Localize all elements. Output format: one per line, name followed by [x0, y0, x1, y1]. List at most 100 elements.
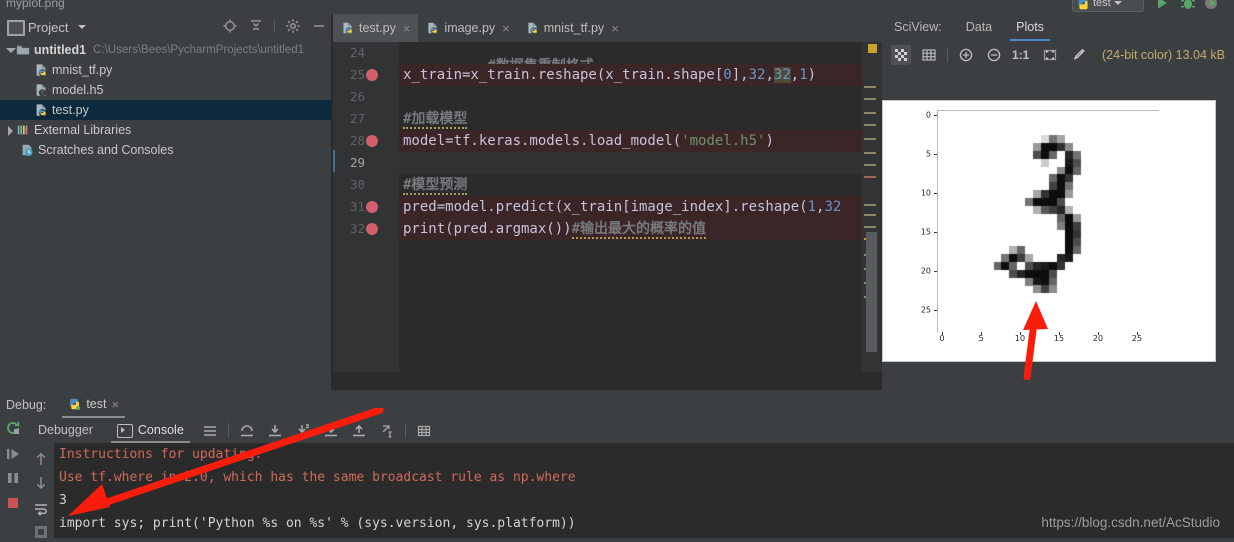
console-line-prediction: 3	[59, 493, 67, 508]
chevron-down-icon[interactable]	[78, 25, 86, 29]
locate-icon[interactable]	[222, 18, 238, 34]
python-file-icon	[1078, 0, 1088, 9]
tab-plots[interactable]: Plots	[1004, 14, 1056, 41]
settings-table-icon[interactable]	[415, 422, 433, 440]
breakpoint-icon[interactable]	[366, 69, 378, 81]
editor-tab-mnist-tf-py[interactable]: mnist_tf.py ×	[518, 14, 627, 42]
tab-data[interactable]: Data	[954, 14, 1004, 41]
main-toolbar: myplot.png test	[0, 0, 1234, 14]
tree-row-scratches[interactable]: Scratches and Consoles	[0, 140, 333, 160]
scroll-to-end-icon[interactable]	[34, 525, 50, 541]
sciview-toolbar: 1:1 (24-bit color) 13.04 kB	[882, 41, 1234, 69]
editor-tab-image-py[interactable]: image.py ×	[418, 14, 517, 42]
collapse-all-icon[interactable]	[248, 18, 264, 34]
rerun-icon[interactable]	[5, 420, 21, 436]
debug-tool-window: Debug: test × Debugger Console Instructi…	[0, 392, 1234, 538]
code-line-24[interactable]: #数据集重制格式	[399, 42, 882, 64]
code-number: 1	[807, 199, 817, 215]
project-panel-header: Project	[0, 14, 333, 40]
line-number: 31	[349, 199, 365, 214]
tree-row-untitled1[interactable]: untitled1 C:\Users\Bees\PycharmProjects\…	[0, 40, 333, 60]
code-line-26[interactable]	[399, 86, 882, 108]
editor-tab-label: image.py	[444, 21, 496, 35]
tree-row-mnist-tf[interactable]: mnist_tf.py	[0, 60, 333, 80]
actual-size-icon[interactable]: 1:1	[1012, 45, 1032, 65]
code-line-25[interactable]: x_train=x_train.reshape(x_train.shape[0]…	[399, 64, 882, 86]
soft-wrap-icon[interactable]	[34, 501, 50, 517]
step-up-icon[interactable]	[34, 451, 50, 467]
breakpoint-icon[interactable]	[366, 135, 378, 147]
evaluate-expression-icon[interactable]	[378, 422, 396, 440]
y-tick-label: 0	[925, 110, 931, 120]
python-file-icon	[526, 21, 539, 35]
chevron-down-icon[interactable]	[4, 44, 16, 56]
line-number: 27	[349, 111, 365, 126]
run-with-coverage-icon[interactable]	[1204, 0, 1220, 11]
tab-console[interactable]: Console	[105, 418, 196, 443]
force-step-into-icon[interactable]	[294, 422, 312, 440]
tab-debugger[interactable]: Debugger	[26, 418, 105, 443]
debug-sub-toolbar: Debugger Console	[26, 418, 1234, 443]
step-down-icon[interactable]	[34, 475, 50, 491]
code-line-29[interactable]	[399, 152, 882, 174]
zoom-out-icon[interactable]	[984, 45, 1004, 65]
hide-icon[interactable]	[311, 18, 327, 34]
step-over-icon[interactable]	[238, 422, 256, 440]
tree-row-model-h5[interactable]: ? model.h5	[0, 80, 333, 100]
code-line-28[interactable]: model=tf.keras.models.load_model('model.…	[399, 130, 882, 152]
plot-figure[interactable]: 0 5 10 15 20 25 0 5 10 15 20 25	[882, 100, 1216, 362]
debug-icon[interactable]	[1180, 0, 1196, 11]
debug-session-tab[interactable]: test ×	[62, 392, 126, 418]
mute-breakpoints-icon[interactable]	[201, 422, 219, 440]
code-lines[interactable]: #数据集重制格式 x_train=x_train.reshape(x_train…	[399, 42, 882, 372]
pause-program-icon[interactable]	[5, 470, 21, 486]
divider	[274, 19, 275, 33]
code-line-30[interactable]: #模型预测	[399, 174, 882, 196]
stop-icon[interactable]	[5, 495, 21, 511]
debug-header: Debug: test ×	[0, 392, 1234, 418]
tree-label: mnist_tf.py	[52, 63, 113, 77]
tree-row-test-py[interactable]: test.py	[0, 100, 333, 120]
project-panel-title: Project	[28, 19, 69, 35]
resume-program-icon[interactable]	[5, 446, 21, 462]
chevron-right-icon[interactable]	[4, 124, 16, 136]
run-to-cursor-icon[interactable]	[350, 422, 368, 440]
code-text: model=tf.keras.models.load_model(	[403, 133, 682, 149]
line-number: 25	[349, 67, 365, 82]
python-file-icon	[426, 21, 439, 35]
step-into-icon[interactable]	[266, 422, 284, 440]
code-comment: #模型预测	[403, 177, 468, 195]
code-line-31[interactable]: pred=model.predict(x_train[image_index].…	[399, 196, 882, 218]
transparency-checker-icon[interactable]	[891, 45, 911, 65]
editor-tab-test-py[interactable]: test.py ×	[333, 14, 419, 42]
unknown-file-icon: ?	[34, 83, 48, 97]
code-area[interactable]: 24 25 26 27 28 29 30 31 32 #数据集重制格式 x_tr…	[333, 42, 882, 372]
close-icon[interactable]: ×	[502, 21, 510, 36]
editor-gutter[interactable]: 24 25 26 27 28 29 30 31 32	[333, 42, 399, 372]
code-line-32[interactable]: print(pred.argmax())#输出最大的概率的值	[399, 218, 882, 240]
color-picker-icon[interactable]	[1068, 45, 1088, 65]
run-icon[interactable]	[1154, 0, 1170, 11]
inspection-status-icon[interactable]	[868, 44, 877, 53]
close-icon[interactable]: ×	[403, 21, 411, 36]
code-line-27[interactable]: #加载模型	[399, 108, 882, 130]
code-editor: test.py × image.py × mnist_tf.py × 24 25…	[333, 14, 882, 390]
zoom-in-icon[interactable]	[956, 45, 976, 65]
step-out-icon[interactable]	[322, 422, 340, 440]
x-tick-label: 15	[1053, 334, 1065, 343]
y-tick-label: 10	[920, 188, 931, 198]
tree-label: model.h5	[52, 83, 104, 97]
settings-gear-icon[interactable]	[285, 18, 301, 34]
breakpoint-icon[interactable]	[366, 223, 378, 235]
close-icon[interactable]: ×	[111, 397, 119, 412]
run-configuration-selector[interactable]: test	[1072, 0, 1144, 12]
close-icon[interactable]: ×	[611, 21, 619, 36]
grid-icon[interactable]	[919, 45, 939, 65]
editor-marker-stripe[interactable]	[862, 42, 882, 372]
ghost-tab-label: myplot.png	[6, 0, 65, 10]
fit-to-window-icon[interactable]	[1040, 45, 1060, 65]
tree-row-external-libraries[interactable]: External Libraries	[0, 120, 333, 140]
scrollbar-thumb[interactable]	[866, 232, 877, 352]
breakpoint-icon[interactable]	[366, 201, 378, 213]
pycharm-window: myplot.png test Project untitled1 C:\Use…	[0, 0, 1234, 538]
